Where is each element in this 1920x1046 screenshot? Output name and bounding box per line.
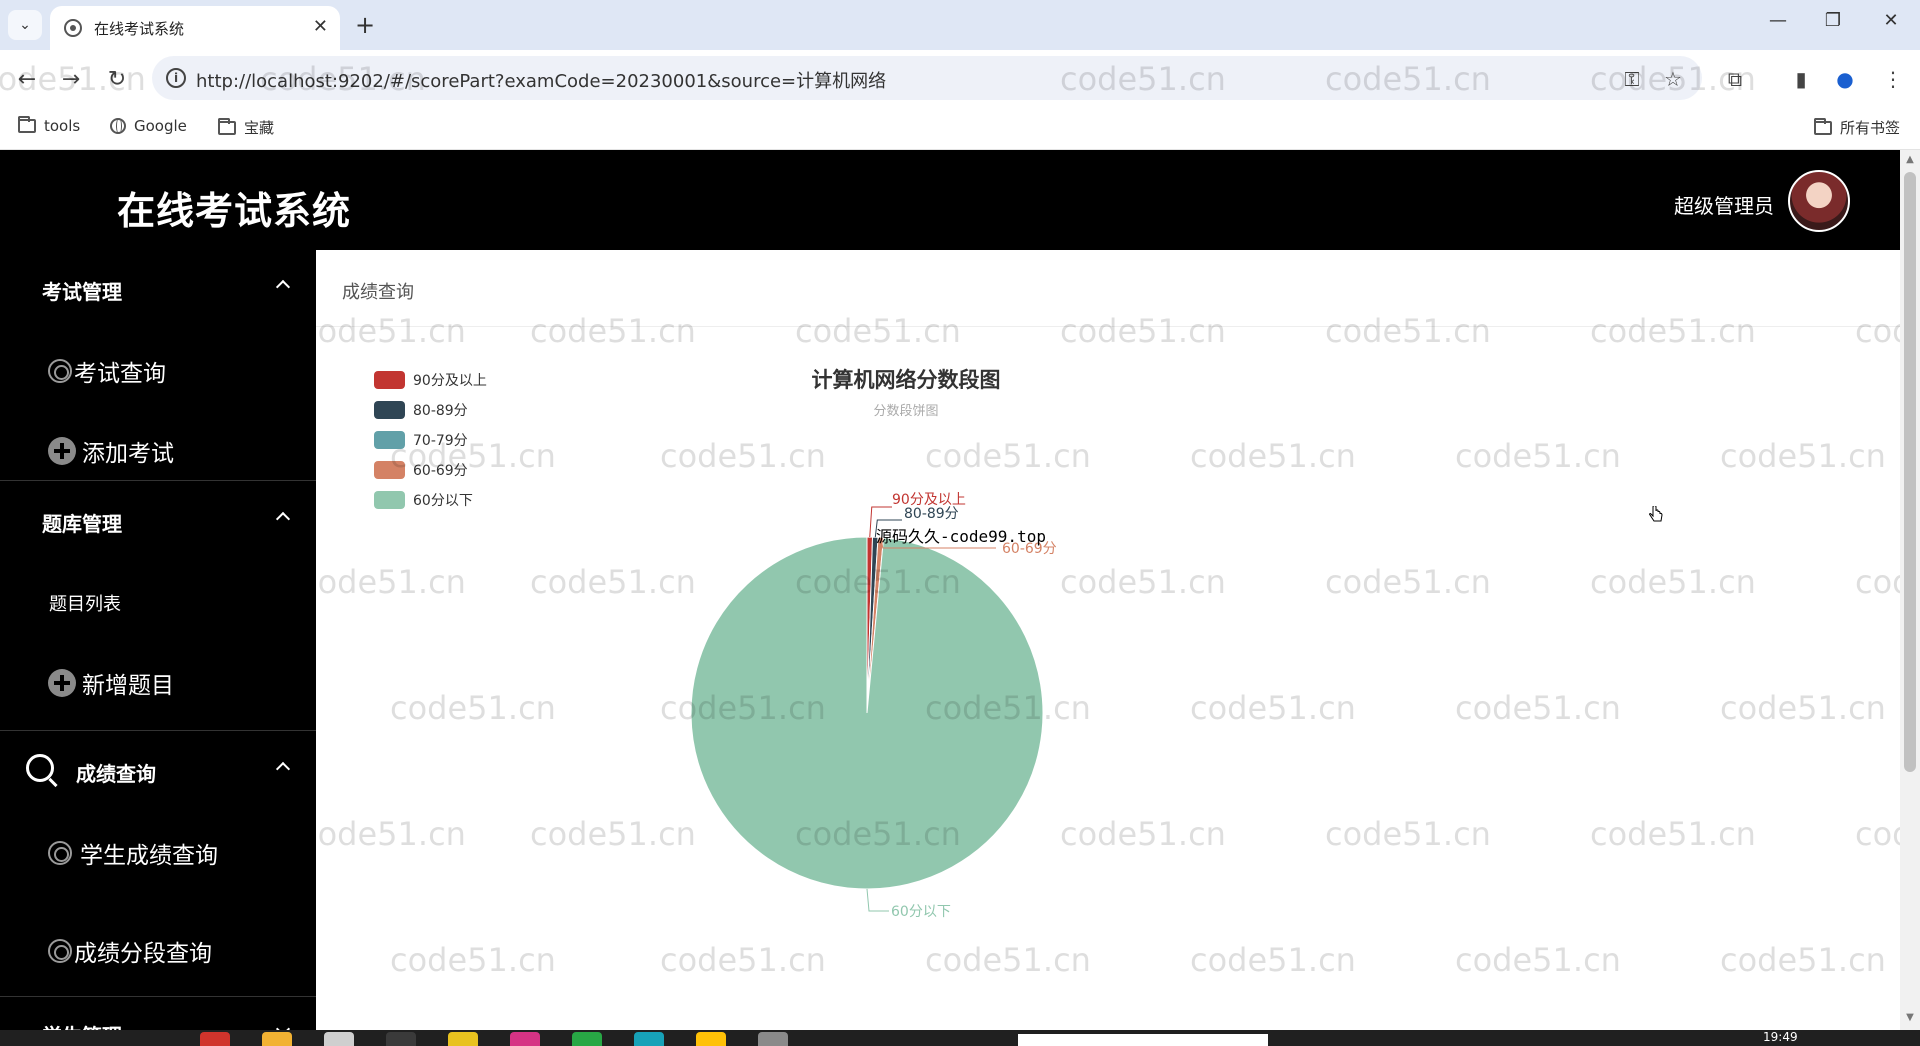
main-content: 成绩查询 90分及以上 80-89分 70-79分 60-69分 60分以下 计算机网络… — [316, 250, 1900, 1030]
sidebar-group-question-bank[interactable]: 题库管理 — [42, 508, 122, 537]
sidebar-item-exam-query[interactable]: 考试查询 — [48, 354, 166, 388]
search-icon — [48, 841, 72, 865]
globe-icon — [110, 118, 126, 134]
sidebar-item-label: 题目列表 — [49, 594, 121, 615]
search-icon — [48, 939, 72, 963]
pie-chart: 90分及以上80-89分60-69分60分以下 — [690, 492, 1057, 920]
sidebar-item-label: 学生成绩查询 — [80, 843, 218, 869]
avatar[interactable] — [1788, 170, 1850, 232]
divider — [0, 996, 316, 997]
bookmark-label: tools — [44, 117, 81, 135]
search-icon — [48, 359, 72, 383]
search-icon — [26, 754, 54, 782]
overlay-watermark-text: 源码久久-code99.top — [876, 527, 1046, 546]
bookmark-google[interactable]: Google — [110, 117, 187, 135]
extensions-icon[interactable]: ⧉ — [1720, 64, 1750, 94]
sidebar-item-add-exam[interactable]: 添加考试 — [48, 434, 174, 468]
chevron-up-icon[interactable] — [272, 510, 292, 524]
reload-button[interactable]: ↻ — [102, 64, 132, 94]
sidebar-group-student-management[interactable]: 学生管理 — [42, 1020, 122, 1030]
sidebar-item-score-segment[interactable]: 成绩分段查询 — [48, 934, 212, 968]
restore-window-button[interactable]: ❐ — [1818, 10, 1848, 31]
taskbar-app-icon[interactable] — [758, 1032, 788, 1046]
bookmark-label: 宝藏 — [244, 119, 275, 137]
taskbar-folder-icon[interactable] — [262, 1032, 292, 1046]
bookmarks-bar: tools Google 宝藏 所有书签 — [0, 108, 1920, 150]
os-taskbar: 19:49 — [0, 1030, 1920, 1046]
site-info-icon[interactable]: i — [166, 68, 186, 88]
add-circle-icon — [48, 437, 76, 465]
taskbar-app-icon[interactable] — [324, 1032, 354, 1046]
more-menu-icon[interactable]: ⋮ — [1878, 64, 1908, 94]
bookmark-label: Google — [134, 117, 187, 135]
taskbar-app-icon[interactable] — [448, 1032, 478, 1046]
back-button[interactable]: ← — [12, 64, 42, 94]
bookmark-star-icon[interactable]: ☆ — [1658, 64, 1688, 94]
scroll-down-icon[interactable]: ▼ — [1904, 1012, 1916, 1024]
browser-tab[interactable]: 在线考试系统 ✕ — [50, 6, 340, 50]
side-panel-icon[interactable]: ▮ — [1786, 64, 1816, 94]
minimize-window-button[interactable]: — — [1763, 10, 1793, 31]
address-bar[interactable]: i http://localhost:9202/#/scorePart?exam… — [152, 56, 1702, 100]
bookmark-tools[interactable]: tools — [18, 116, 81, 135]
taskbar-app-icon[interactable] — [696, 1032, 726, 1046]
label-leader-line — [866, 888, 889, 912]
forward-button[interactable]: → — [56, 64, 86, 94]
close-tab-icon[interactable]: ✕ — [313, 16, 328, 37]
sidebar: 考试管理 考试查询 添加考试 题库管理 题目列表 新增题目 成绩查询 学生成绩查… — [0, 250, 316, 1030]
folder-icon — [1814, 117, 1832, 135]
taskbar-search-box[interactable] — [1018, 1034, 1268, 1046]
taskbar-app-icon[interactable] — [572, 1032, 602, 1046]
folder-icon — [218, 117, 236, 135]
app-title: 在线考试系统 — [117, 189, 352, 233]
hand-cursor-icon — [1649, 506, 1663, 522]
sidebar-group-exam-management[interactable]: 考试管理 — [42, 276, 122, 305]
pie-slice[interactable] — [690, 536, 1044, 890]
taskbar-app-icon[interactable] — [200, 1032, 230, 1046]
new-tab-button[interactable]: + — [350, 10, 380, 40]
scroll-up-icon[interactable]: ▲ — [1904, 154, 1916, 166]
divider — [0, 730, 316, 731]
profile-icon[interactable]: ● — [1830, 64, 1860, 94]
user-name[interactable]: 超级管理员 — [1674, 190, 1774, 219]
sidebar-item-question-list[interactable]: 题目列表 — [49, 590, 121, 616]
key-icon[interactable]: ⚿ — [1617, 64, 1647, 94]
tab-title: 在线考试系统 — [94, 20, 185, 38]
sidebar-item-student-score[interactable]: 学生成绩查询 — [48, 836, 218, 870]
chevron-up-icon[interactable] — [272, 278, 292, 292]
taskbar-app-icon[interactable] — [634, 1032, 664, 1046]
page-scrollbar[interactable]: ▲ ▼ — [1900, 150, 1920, 1030]
taskbar-app-icon[interactable] — [510, 1032, 540, 1046]
divider — [0, 480, 316, 481]
favicon-icon — [64, 19, 82, 37]
chevron-up-icon[interactable] — [272, 760, 292, 774]
taskbar-app-icon[interactable] — [386, 1032, 416, 1046]
taskbar-clock: 19:49 — [1763, 1030, 1798, 1044]
slice-label: 80-89分 — [904, 506, 959, 522]
sidebar-item-add-question[interactable]: 新增题目 — [48, 666, 174, 700]
sidebar-item-label: 添加考试 — [82, 441, 174, 467]
sidebar-item-label: 考试查询 — [74, 361, 166, 387]
all-bookmarks-label: 所有书签 — [1840, 119, 1901, 137]
url-text[interactable]: http://localhost:9202/#/scorePart?examCo… — [196, 67, 886, 93]
browser-tab-strip: ⌄ 在线考试系统 ✕ + — ❐ ✕ — [0, 0, 1920, 50]
sidebar-item-label: 新增题目 — [82, 673, 174, 699]
sidebar-item-label: 成绩分段查询 — [74, 941, 212, 967]
all-bookmarks[interactable]: 所有书签 — [1814, 117, 1900, 138]
tab-search-button[interactable]: ⌄ — [8, 10, 42, 40]
browser-toolbar: ← → ↻ i http://localhost:9202/#/scorePar… — [0, 50, 1920, 108]
sidebar-group-score-query[interactable]: 成绩查询 — [76, 758, 156, 787]
scroll-thumb[interactable] — [1904, 172, 1916, 772]
folder-icon — [18, 116, 36, 133]
add-circle-icon — [48, 669, 76, 697]
bookmark-treasure[interactable]: 宝藏 — [218, 117, 274, 138]
close-window-button[interactable]: ✕ — [1876, 10, 1906, 31]
app-header: 在线考试系统 超级管理员 — [0, 150, 1900, 250]
slice-label: 60分以下 — [891, 904, 951, 920]
